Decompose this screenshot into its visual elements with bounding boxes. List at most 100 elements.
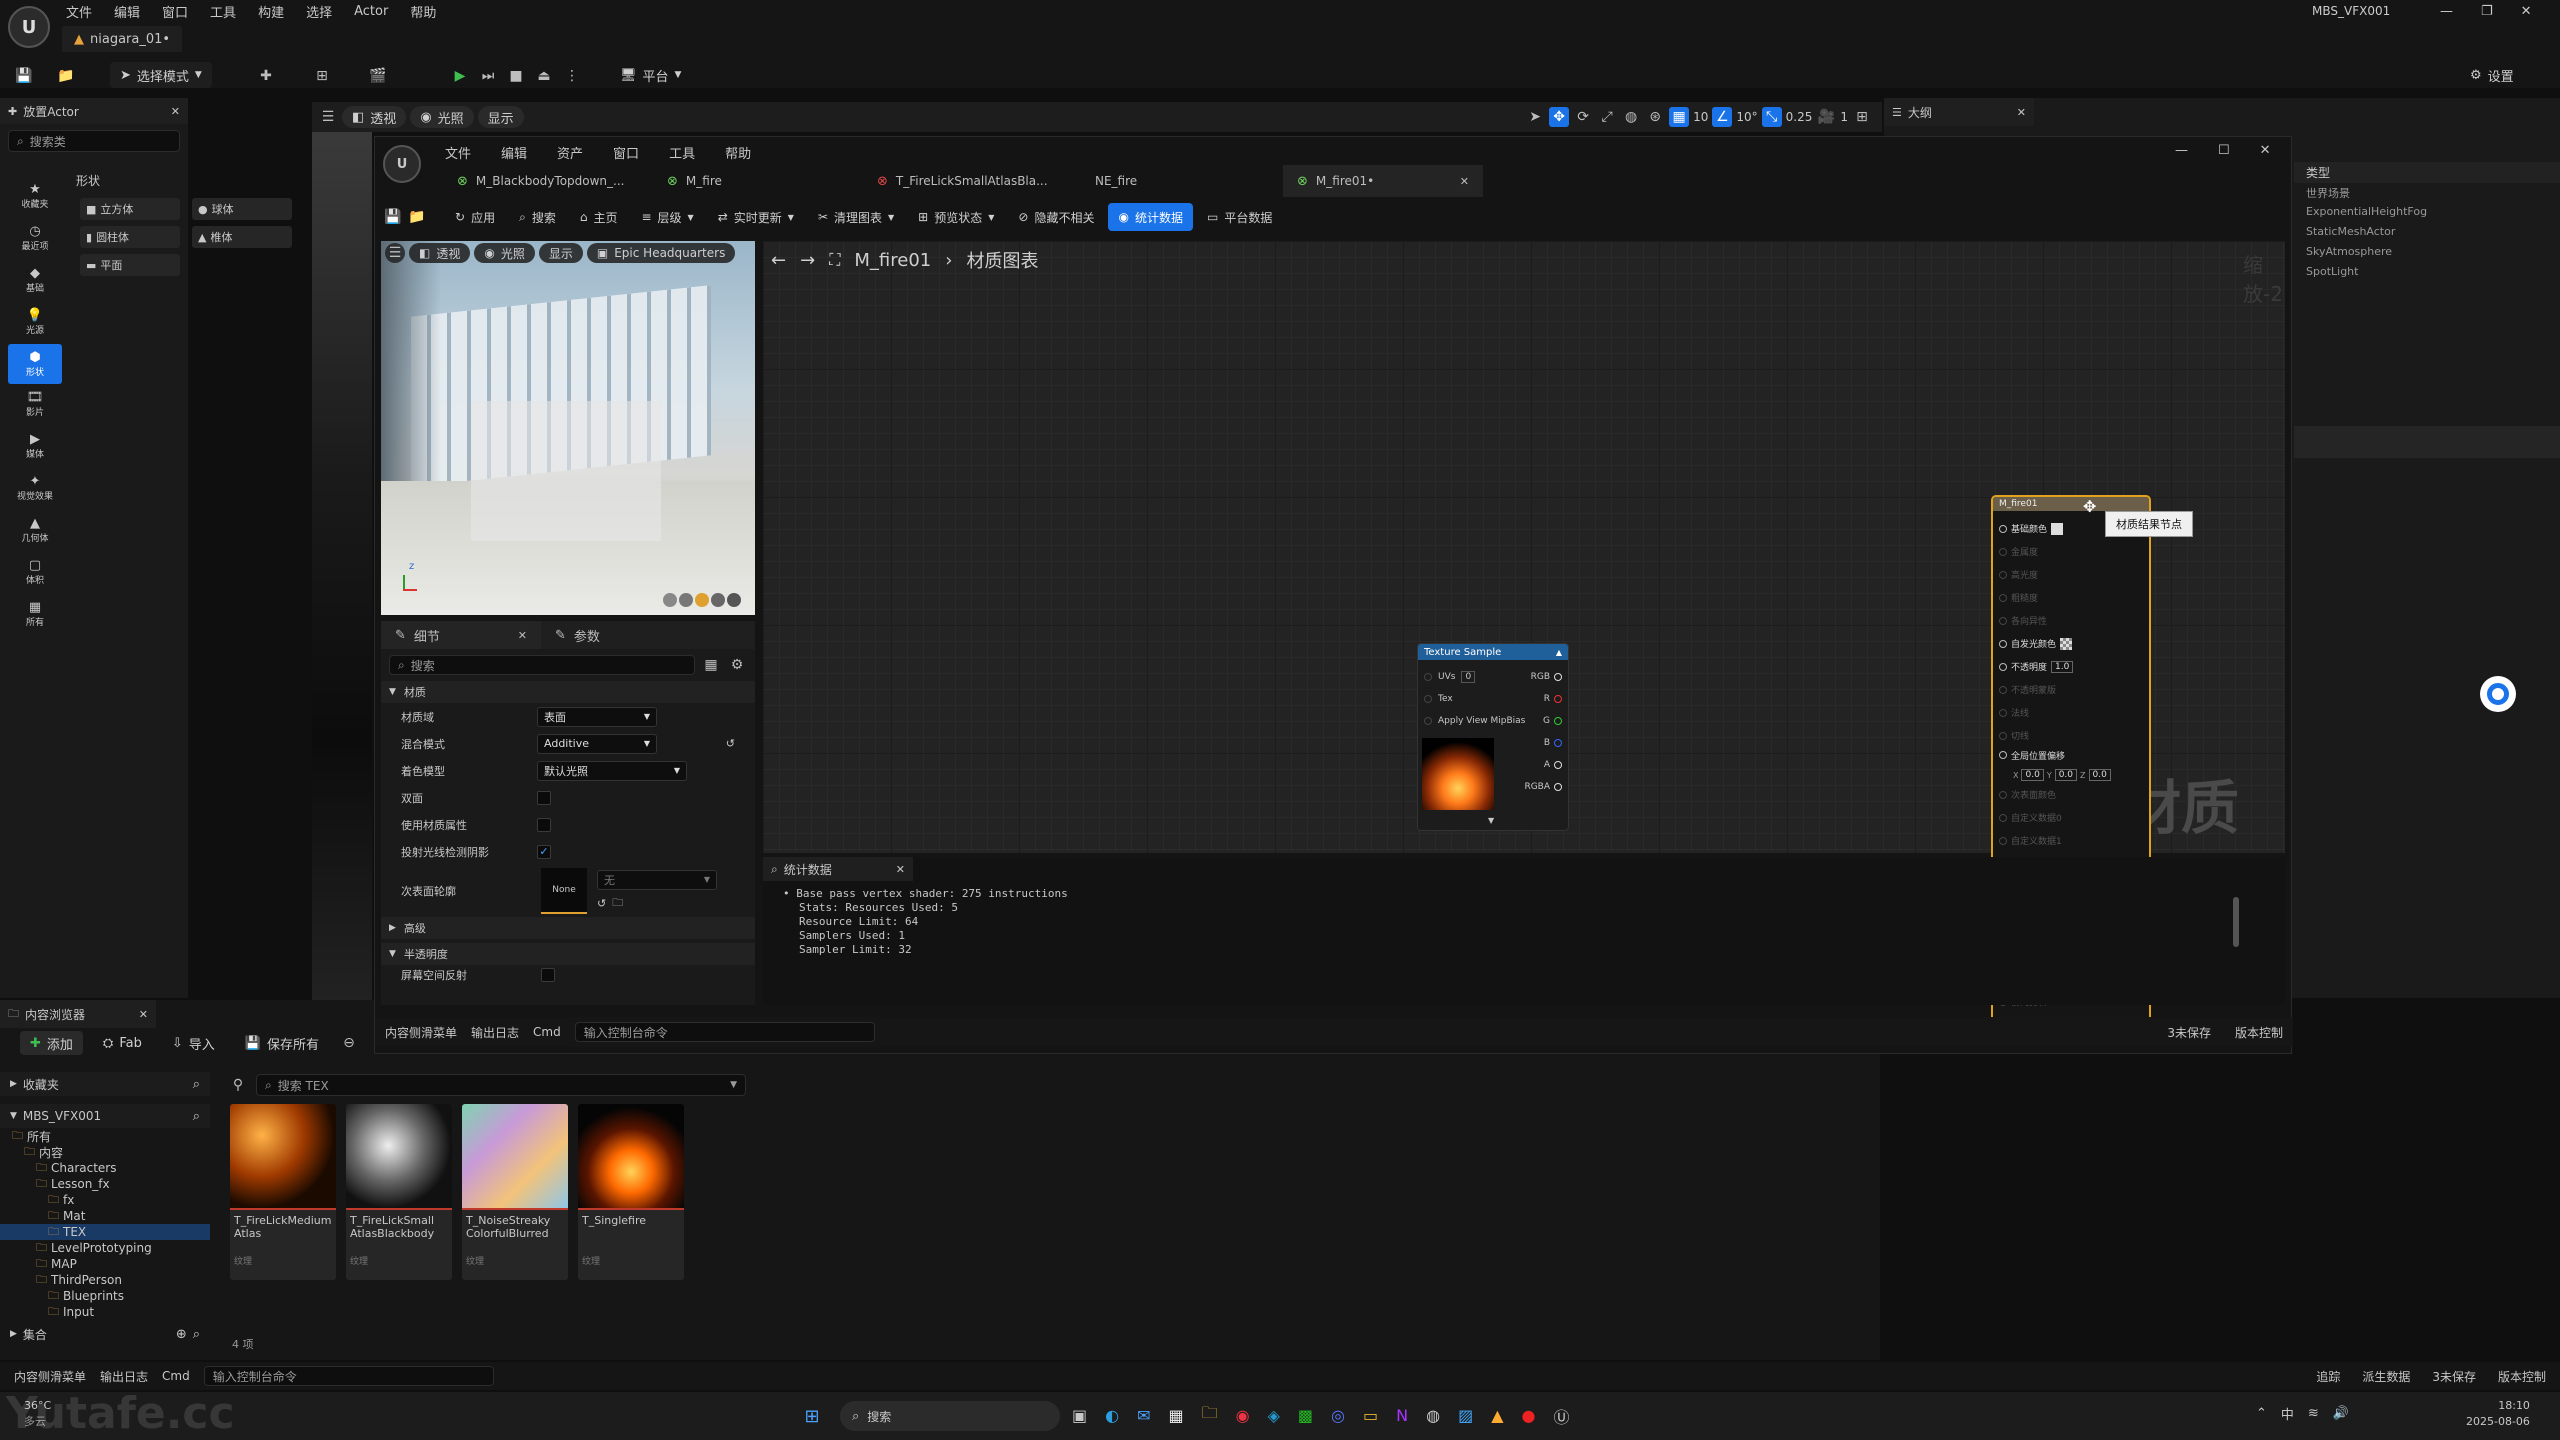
wechat-icon[interactable]: ▩ — [1298, 1406, 1313, 1425]
material-graph-canvas[interactable]: ← → ⛶ M_fire01 › 材质图表 缩放-2 ☰ 材质 Texture … — [763, 241, 2285, 1031]
detail-dropdown[interactable]: Additive ▼ — [537, 733, 657, 754]
folder-tree-item[interactable]: 🗀 内容 — [0, 1144, 210, 1160]
details-tab[interactable]: ✎ 细节 ✕ — [381, 621, 541, 649]
actor-category-item[interactable]: ★ 收藏夹 — [0, 176, 70, 216]
filter-icon[interactable]: ⚲ — [228, 1075, 248, 1095]
play-icon[interactable]: ▶ — [450, 66, 470, 86]
material-menu-item[interactable]: 窗口 — [613, 143, 639, 162]
store-icon[interactable]: ▦ — [1169, 1406, 1184, 1425]
settings-button[interactable]: ⚙ 设置 — [2460, 62, 2524, 88]
project-row[interactable]: ▼ MBS_VFX001 ⌕ — [0, 1104, 210, 1128]
edge-icon[interactable]: ◐ — [1105, 1406, 1119, 1425]
cursor-icon[interactable]: ➤ — [1525, 107, 1545, 127]
preview-perspective-button[interactable]: ◧ 透视 — [409, 243, 471, 263]
material-menu-item[interactable]: 编辑 — [501, 143, 527, 162]
input-method-icon[interactable]: 中 — [2281, 1404, 2294, 1423]
detail-checkbox[interactable]: ✓ — [537, 844, 551, 859]
texture-output-pin[interactable]: RGBA — [1524, 776, 1562, 798]
texture-input-pin[interactable]: Apply View MipBias — [1424, 710, 1525, 732]
add-collection-icon[interactable]: ⊕ — [176, 1327, 187, 1342]
texture-output-pin[interactable]: RGB — [1524, 666, 1562, 688]
editor-drawer-button[interactable]: 内容侧滑菜单 — [385, 1024, 457, 1041]
chrome-icon[interactable]: ◉ — [1236, 1406, 1250, 1425]
actor-category-item[interactable]: 🎞 影片 — [0, 384, 70, 424]
chevron-down-icon[interactable]: ▼ — [1488, 816, 1494, 825]
asset-tile[interactable]: T_FireLickSmall AtlasBlackbody 纹理 — [346, 1104, 452, 1280]
task-view-icon[interactable]: ▣ — [1072, 1406, 1087, 1425]
axis-value[interactable]: 0.0 — [2054, 769, 2078, 782]
browse-icon[interactable]: 📁 — [407, 207, 427, 227]
texture-output-pin[interactable]: A — [1524, 754, 1562, 776]
forward-arrow-icon[interactable]: → — [800, 250, 815, 271]
result-active-pin[interactable]: 不透明度 1.0 — [1999, 655, 2149, 678]
grid-snap-icon[interactable]: ▦ — [1669, 107, 1690, 127]
material-tab[interactable]: ⊗ M_BlackbodyTopdown_... — [443, 165, 653, 197]
actor-category-item[interactable]: ▲ 几何体 — [0, 510, 70, 550]
steam-icon[interactable]: ◍ — [1426, 1406, 1440, 1425]
table-view-icon[interactable]: ▦ — [701, 655, 721, 675]
camera-value[interactable]: 1 — [1840, 110, 1848, 124]
folder-tree-item[interactable]: 🗀 LevelPrototyping — [0, 1240, 210, 1256]
details-search-input[interactable]: ⌕ 搜索 — [389, 655, 695, 675]
eject-icon[interactable]: ⏏ — [534, 66, 554, 86]
preview-show-button[interactable]: 显示 — [538, 243, 583, 263]
app2-icon[interactable]: ▲ — [1491, 1406, 1503, 1425]
layout-icon[interactable]: ⊞ — [1852, 107, 1872, 127]
texture-output-pin[interactable]: B — [1524, 732, 1562, 754]
level-viewport[interactable] — [312, 132, 372, 1002]
search-icon[interactable]: ⌕ — [193, 1109, 200, 1124]
reset-icon[interactable]: ↺ — [597, 897, 606, 910]
detail-dropdown[interactable]: 默认光照 ▼ — [537, 760, 687, 781]
globe-icon[interactable]: ◍ — [1621, 107, 1641, 127]
teapot-preview-icon[interactable] — [727, 593, 741, 607]
editor-console-input[interactable]: 输入控制台命令 — [574, 1022, 875, 1042]
folder-tree-item[interactable]: 🗀 Blueprints — [0, 1288, 210, 1304]
add-actor-icon[interactable]: ✚ — [256, 66, 276, 86]
preview-lit-button[interactable]: ◉ 光照 — [474, 243, 535, 263]
viewport-perspective-button[interactable]: ◧ 透视 — [342, 106, 407, 128]
clock[interactable]: 18:10 2025-08-06 — [2466, 1398, 2530, 1430]
section-material[interactable]: ▼ 材质 — [381, 681, 755, 703]
editor-cmd-button[interactable]: Cmd — [533, 1025, 561, 1039]
outliner-row[interactable]: SkyAtmosphere — [2294, 243, 2560, 263]
material-menu-item[interactable]: 工具 — [669, 143, 695, 162]
material-menu-item[interactable]: 资产 — [557, 143, 583, 162]
stop-icon[interactable]: ■ — [506, 66, 526, 86]
minimize-icon[interactable]: — — [2440, 4, 2453, 19]
detail-checkbox[interactable] — [537, 817, 551, 832]
subsurface-dropdown[interactable]: 无 ▼ — [597, 869, 717, 890]
hamburger-icon[interactable]: ☰ — [318, 107, 338, 127]
editor-unsaved-button[interactable]: 3未保存 — [2167, 1024, 2211, 1041]
onenote-icon[interactable]: N — [1396, 1406, 1408, 1425]
rotate-icon[interactable]: ⟳ — [1573, 107, 1593, 127]
actor-category-item[interactable]: ◷ 最近项 — [0, 218, 70, 258]
material-toolbar-button[interactable]: ◉ 统计数据 — [1108, 203, 1193, 231]
step-icon[interactable]: ⏭ — [478, 66, 498, 86]
shape-item[interactable]: ▲ 椎体 — [192, 226, 292, 248]
more-icon[interactable]: ⋮ — [562, 66, 582, 86]
drawer-button[interactable]: 内容侧滑菜单 — [14, 1368, 86, 1385]
shape-item[interactable]: ▬ 平面 — [80, 254, 180, 276]
favorites-row[interactable]: ▶ 收藏夹 ⌕ — [0, 1072, 210, 1096]
floating-assist-button[interactable] — [2480, 676, 2516, 712]
close-icon[interactable]: ✕ — [2017, 106, 2026, 119]
actor-category-item[interactable]: ▦ 所有 — [0, 594, 70, 634]
material-toolbar-button[interactable]: ⇄ 实时更新 ▼ — [708, 203, 804, 231]
close-icon[interactable]: ✕ — [2260, 143, 2271, 158]
actor-search-input[interactable]: ⌕ 搜索类 — [8, 130, 180, 152]
explorer-icon[interactable]: 🗀 — [1202, 1402, 1218, 1429]
material-tab[interactable]: ⊗ M_fire — [653, 165, 863, 197]
section-translucency[interactable]: ▼ 半透明度 — [381, 943, 755, 965]
section-advanced[interactable]: ▶ 高级 — [381, 917, 755, 939]
plane-preview-icon[interactable] — [695, 593, 709, 607]
material-toolbar-button[interactable]: ⌕ 搜索 — [509, 203, 566, 231]
outliner-row[interactable]: 世界场景 — [2294, 183, 2560, 203]
subsurface-thumbnail[interactable]: None — [541, 868, 587, 914]
asset-tile[interactable]: T_NoiseStreaky ColorfulBlurred 纹理 — [462, 1104, 568, 1280]
cylinder-icon[interactable] — [663, 593, 677, 607]
folder-tree-item[interactable]: 🗀 Input — [0, 1304, 210, 1320]
axis-value[interactable]: 0.0 — [2088, 769, 2111, 782]
color-swatch[interactable] — [2051, 522, 2064, 535]
folder-tree-item[interactable]: 🗀 MAP — [0, 1256, 210, 1272]
scale-snap-icon[interactable]: ⤡ — [1761, 107, 1782, 127]
